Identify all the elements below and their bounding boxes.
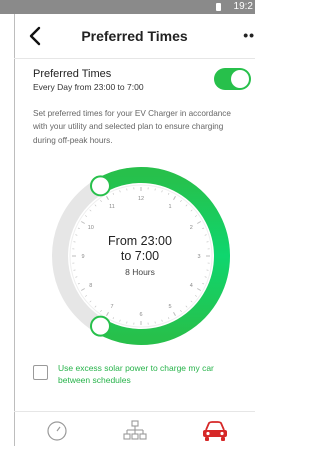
schedule-dial: 121234567891011 From 23:00 to 7:00 8 Hou… <box>14 158 255 358</box>
tab-ev-charger[interactable] <box>200 418 230 444</box>
clock-hour-label: 10 <box>88 225 94 231</box>
clock-hour-label: 7 <box>110 304 113 310</box>
dial-center-text: From 23:00 to 7:00 8 Hours <box>90 234 190 277</box>
clock-hour-label: 5 <box>168 304 171 310</box>
setting-description: Set preferred times for your EV Charger … <box>33 107 245 147</box>
solar-option: Use excess solar power to charge my car … <box>33 362 253 392</box>
preferred-times-setting: Preferred Times Every Day from 23:00 to … <box>33 68 243 92</box>
car-icon <box>200 418 230 444</box>
clock-hour-label: 8 <box>89 283 92 289</box>
end-time-handle[interactable] <box>91 317 110 336</box>
battery-icon <box>216 3 221 11</box>
clock-hour-label: 3 <box>197 254 200 260</box>
clock-hour-label: 1 <box>168 204 171 210</box>
page-title: Preferred Times <box>14 28 255 44</box>
clock-hour-label: 11 <box>109 204 115 210</box>
clock-hour-label: 9 <box>81 254 84 260</box>
clock-hour-label: 2 <box>190 225 193 231</box>
gauge-icon <box>42 418 72 444</box>
solar-checkbox[interactable] <box>33 365 48 380</box>
setting-title: Preferred Times <box>33 68 243 80</box>
network-icon <box>120 418 150 444</box>
clock-hour-label: 12 <box>138 196 144 202</box>
tab-devices[interactable] <box>120 418 150 444</box>
clock-hour-label: 4 <box>190 283 193 289</box>
more-options-button[interactable]: •• <box>243 27 255 43</box>
solar-option-label[interactable]: Use excess solar power to charge my car … <box>58 362 248 386</box>
preferred-times-toggle[interactable] <box>214 68 251 90</box>
start-time-handle[interactable] <box>91 176 110 195</box>
status-time: 19:2 <box>234 1 253 13</box>
tab-dashboard[interactable] <box>42 418 72 444</box>
schedule-end-label: to 7:00 <box>90 249 190 264</box>
bottom-tab-bar <box>14 411 255 447</box>
toggle-knob <box>231 70 249 88</box>
setting-schedule-summary: Every Day from 23:00 to 7:00 <box>33 82 243 92</box>
status-bar: 19:2 <box>0 0 255 14</box>
nav-bar: Preferred Times •• <box>14 14 255 59</box>
schedule-duration: 8 Hours <box>90 267 190 277</box>
schedule-start-label: From 23:00 <box>90 234 190 249</box>
clock-hour-label: 6 <box>139 312 142 318</box>
